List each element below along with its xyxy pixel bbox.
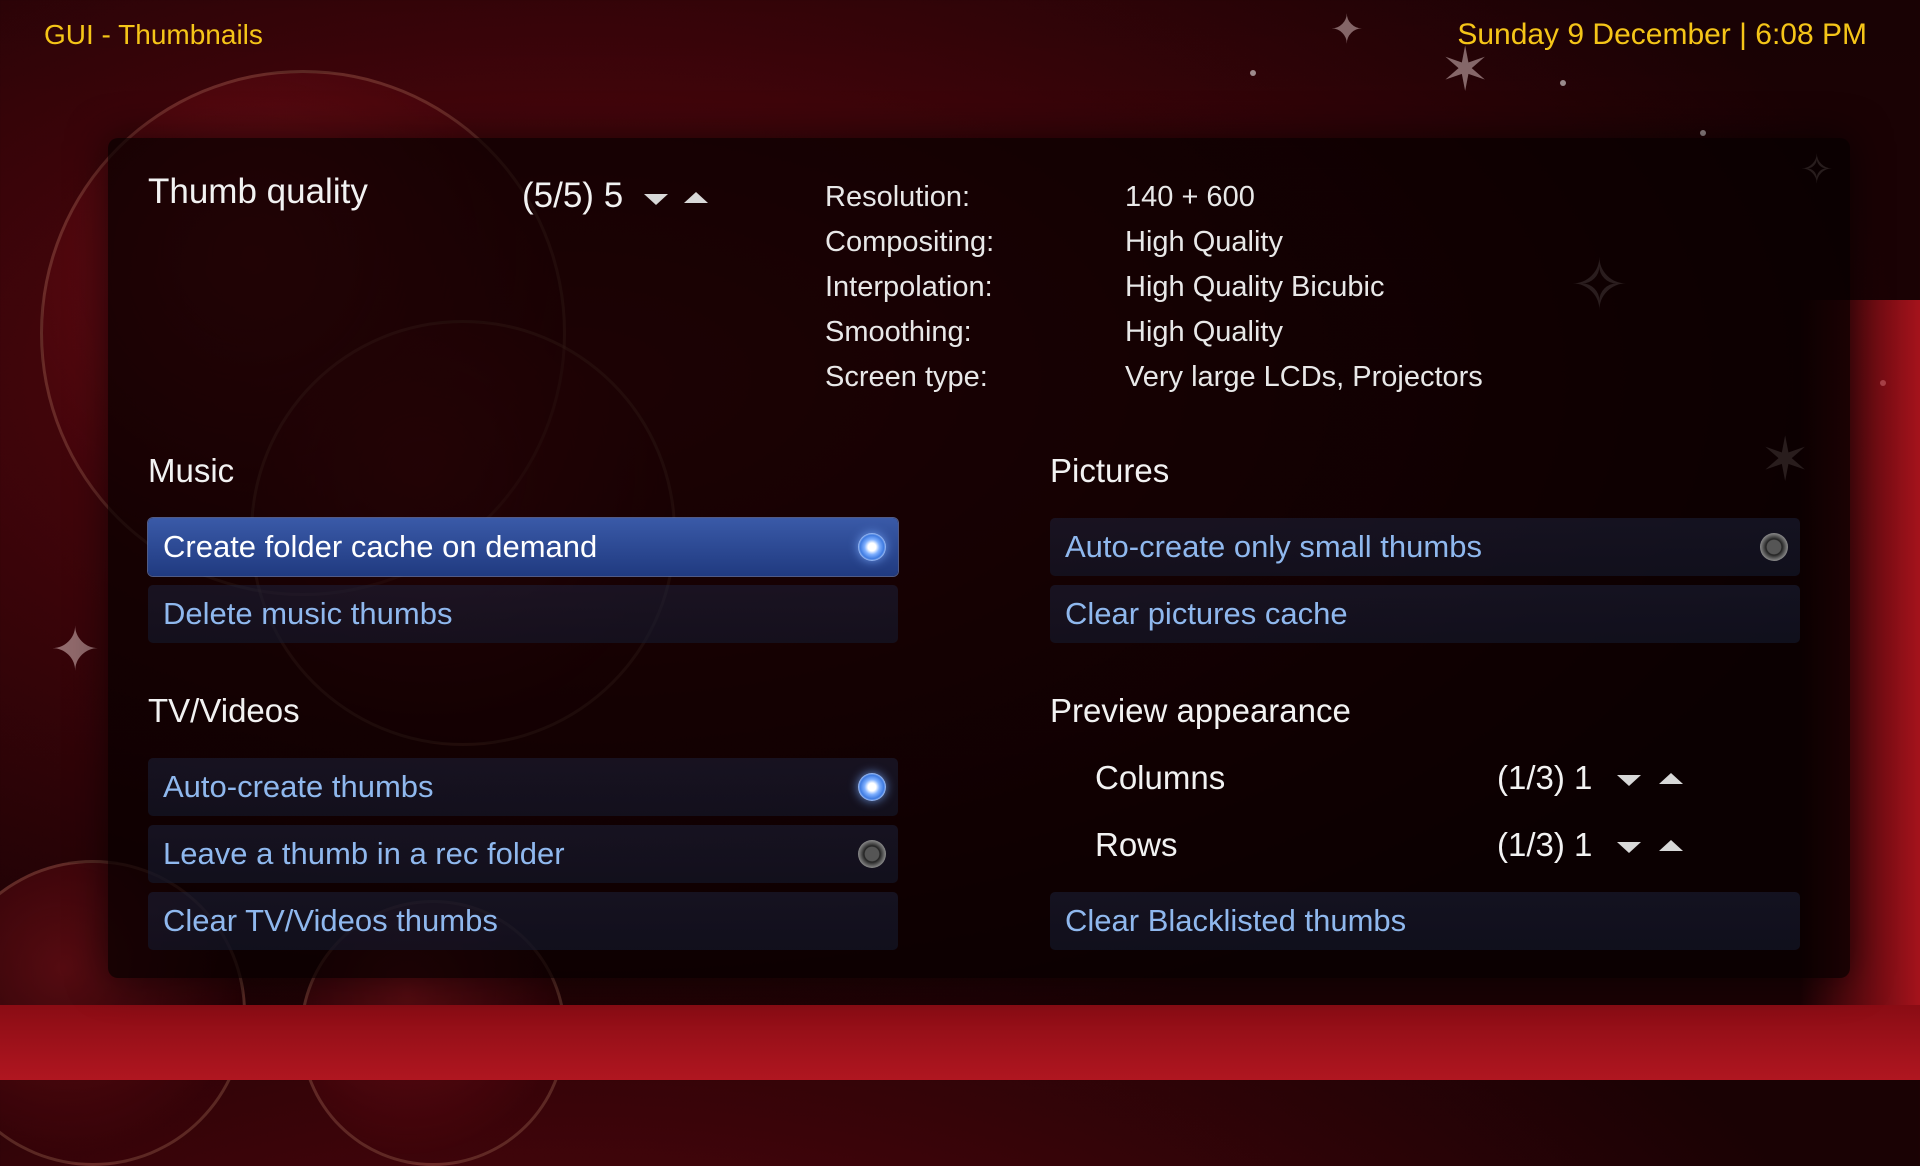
info-key-compositing: Compositing: (825, 226, 995, 258)
background-red-band (0, 1005, 1920, 1080)
rows-label: Rows (1095, 826, 1178, 863)
auto-create-thumbs-toggle[interactable]: Auto-create thumbs (148, 758, 898, 816)
auto-create-small-thumbs-toggle[interactable]: Auto-create only small thumbs (1050, 518, 1800, 576)
music-heading: Music (148, 452, 235, 489)
auto-create-thumbs-label: Auto-create thumbs (163, 769, 434, 804)
rows-down-icon[interactable] (1617, 842, 1641, 853)
clear-tv-videos-thumbs-label: Clear TV/Videos thumbs (163, 903, 498, 938)
info-key-smoothing: Smoothing: (825, 316, 972, 348)
delete-music-thumbs-button[interactable]: Delete music thumbs (148, 585, 898, 643)
info-value-screen-type: Very large LCDs, Projectors (1125, 361, 1483, 393)
clear-blacklisted-thumbs-button[interactable]: Clear Blacklisted thumbs (1050, 892, 1800, 950)
create-folder-cache-label: Create folder cache on demand (163, 529, 598, 564)
leave-thumb-rec-folder-toggle[interactable]: Leave a thumb in a rec folder (148, 825, 898, 883)
info-value-interpolation: High Quality Bicubic (1125, 271, 1385, 303)
thumb-quality-value: (5/5) 5 (522, 176, 624, 215)
info-key-screen-type: Screen type: (825, 361, 988, 393)
clear-pictures-cache-button[interactable]: Clear pictures cache (1050, 585, 1800, 643)
create-folder-cache-toggle[interactable]: Create folder cache on demand (148, 518, 898, 576)
columns-label: Columns (1095, 759, 1226, 796)
clear-tv-videos-thumbs-button[interactable]: Clear TV/Videos thumbs (148, 892, 898, 950)
info-key-interpolation: Interpolation: (825, 271, 993, 303)
columns-up-icon[interactable] (1659, 773, 1683, 784)
rows-value: (1/3) 1 (1497, 826, 1593, 863)
clear-blacklisted-thumbs-label: Clear Blacklisted thumbs (1065, 903, 1407, 938)
star-decoration: ✦ (50, 615, 101, 685)
rows-up-icon[interactable] (1659, 840, 1683, 851)
window-title: GUI - Thumbnails (44, 19, 263, 50)
clear-pictures-cache-label: Clear pictures cache (1065, 596, 1348, 631)
thumb-quality-up-icon[interactable] (684, 192, 708, 203)
radio-off-icon (858, 840, 886, 868)
radio-on-icon (858, 533, 886, 561)
radio-on-icon (858, 773, 886, 801)
info-value-smoothing: High Quality (1125, 316, 1283, 348)
thumb-quality-down-icon[interactable] (644, 194, 668, 205)
info-value-compositing: High Quality (1125, 226, 1283, 258)
info-key-resolution: Resolution: (825, 181, 971, 213)
auto-create-small-thumbs-label: Auto-create only small thumbs (1065, 529, 1482, 564)
tv-videos-heading: TV/Videos (148, 692, 300, 729)
columns-down-icon[interactable] (1617, 775, 1641, 786)
preview-appearance-heading: Preview appearance (1050, 692, 1351, 729)
pictures-heading: Pictures (1050, 452, 1170, 489)
date-time: Sunday 9 December | 6:08 PM (1457, 18, 1867, 51)
info-value-resolution: 140 + 600 (1125, 181, 1255, 213)
snow-dot (1700, 130, 1706, 136)
radio-off-icon (1760, 533, 1788, 561)
leave-thumb-rec-folder-label: Leave a thumb in a rec folder (163, 836, 565, 871)
thumb-quality-label: Thumb quality (148, 172, 368, 211)
delete-music-thumbs-label: Delete music thumbs (163, 596, 453, 631)
columns-value: (1/3) 1 (1497, 759, 1593, 796)
